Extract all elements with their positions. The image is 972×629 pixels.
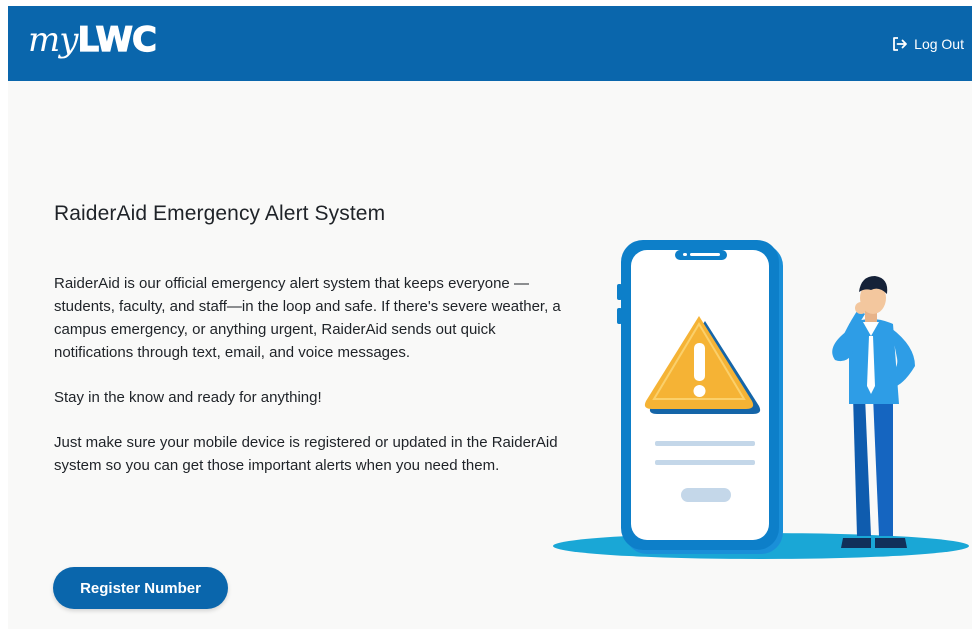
registration-paragraph: Just make sure your mobile device is reg… <box>54 434 558 474</box>
logout-icon <box>892 37 908 51</box>
mylwc-logo[interactable]: my LWC <box>28 19 158 68</box>
top-bar: my LWC Log Out <box>8 6 972 81</box>
logout-button[interactable]: Log Out <box>892 33 964 55</box>
emergency-alert-illustration <box>553 240 969 559</box>
person-illustration <box>832 276 915 548</box>
intro-paragraph: RaiderAid is our official emergency aler… <box>54 275 561 361</box>
register-number-button[interactable]: Register Number <box>53 567 228 609</box>
logout-label: Log Out <box>914 36 964 52</box>
logo-lwc-text: LWC <box>77 19 158 60</box>
page-frame: my LWC Log Out RaiderAid Emergency Alert… <box>8 6 972 629</box>
logo-my-text: my <box>28 20 78 60</box>
page-title: RaiderAid Emergency Alert System <box>54 202 386 225</box>
tagline-paragraph: Stay in the know and ready for anything! <box>54 389 322 406</box>
